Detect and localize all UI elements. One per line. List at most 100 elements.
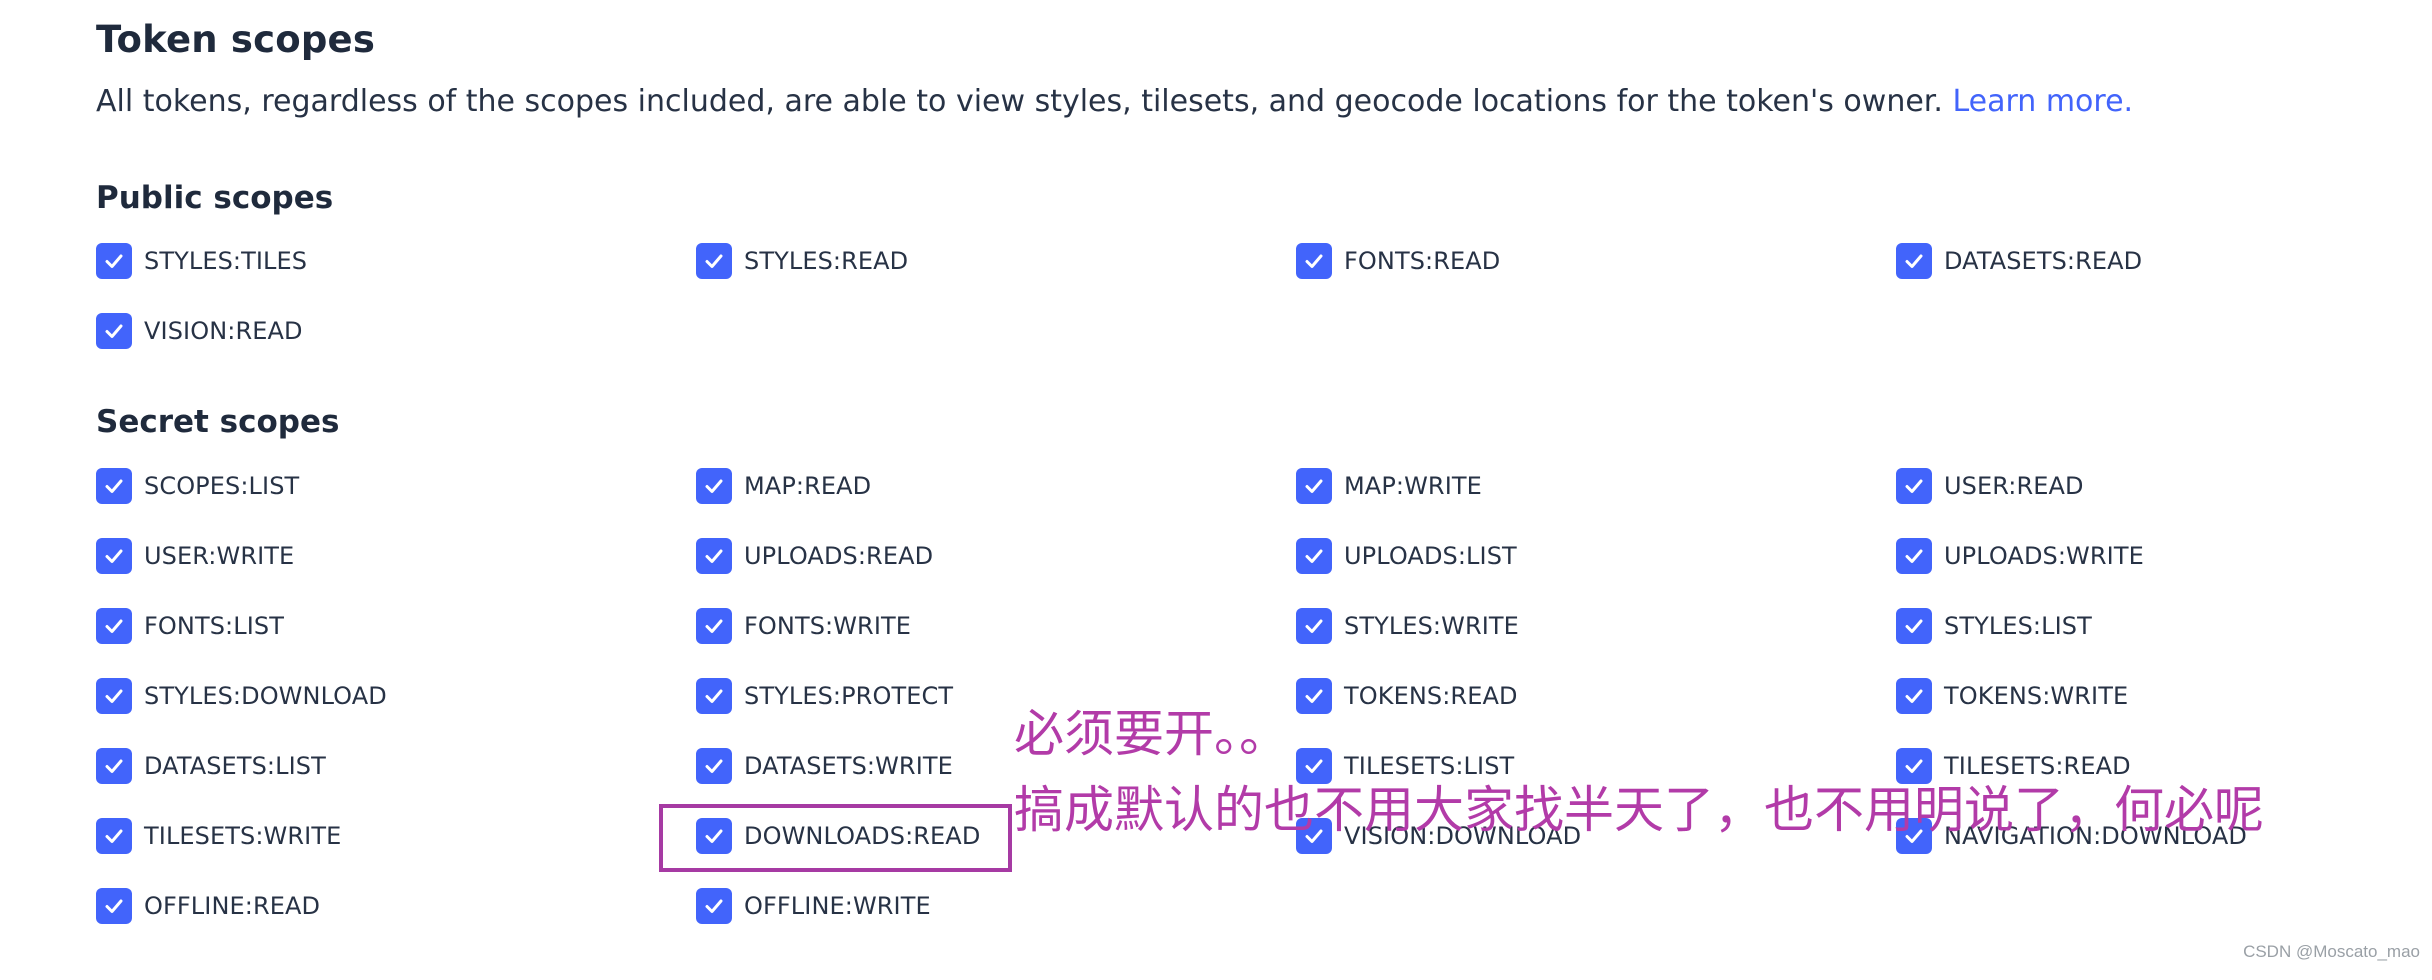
scope-uploads-list[interactable]: UPLOADS:LIST — [1296, 521, 1896, 591]
scope-checkbox[interactable] — [96, 313, 132, 349]
scope-checkbox[interactable] — [1896, 818, 1932, 854]
learn-more-link[interactable]: Learn more. — [1952, 84, 2133, 119]
checkmark-icon — [705, 619, 723, 633]
scope-checkbox[interactable] — [96, 888, 132, 924]
scope-label: USER:WRITE — [144, 542, 295, 570]
scope-label: TILESETS:LIST — [1344, 752, 1515, 780]
checkmark-icon — [1305, 829, 1323, 843]
scope-checkbox[interactable] — [1896, 243, 1932, 279]
scope-checkbox[interactable] — [1896, 468, 1932, 504]
scope-styles-write[interactable]: STYLES:WRITE — [1296, 591, 1896, 661]
scope-checkbox[interactable] — [1896, 538, 1932, 574]
scope-label: UPLOADS:LIST — [1344, 542, 1517, 570]
scope-tokens-write[interactable]: TOKENS:WRITE — [1896, 661, 2432, 731]
scope-checkbox[interactable] — [1296, 748, 1332, 784]
scope-checkbox[interactable] — [96, 608, 132, 644]
scope-checkbox[interactable] — [96, 818, 132, 854]
scope-checkbox[interactable] — [696, 888, 732, 924]
watermark: CSDN @Moscato_mao — [2243, 942, 2420, 961]
checkmark-icon — [105, 829, 123, 843]
description-text: All tokens, regardless of the scopes inc… — [96, 84, 1943, 119]
checkmark-icon — [1905, 689, 1923, 703]
scope-checkbox[interactable] — [96, 243, 132, 279]
scope-tilesets-list[interactable]: TILESETS:LIST — [1296, 731, 1896, 801]
scope-checkbox[interactable] — [696, 538, 732, 574]
scope-label: TILESETS:WRITE — [144, 822, 342, 850]
scope-styles-tiles[interactable]: STYLES:TILES — [96, 226, 696, 296]
checkmark-icon — [1905, 549, 1923, 563]
checkmark-icon — [105, 759, 123, 773]
scope-offline-read[interactable]: OFFLINE:READ — [96, 871, 696, 941]
scope-datasets-write[interactable]: DATASETS:WRITE — [696, 731, 1296, 801]
scope-tokens-read[interactable]: TOKENS:READ — [1296, 661, 1896, 731]
scope-downloads-read[interactable]: DOWNLOADS:READ — [696, 801, 1296, 871]
scope-label: STYLES:LIST — [1944, 612, 2092, 640]
scope-navigation-download[interactable]: NAVIGATION:DOWNLOAD — [1896, 801, 2432, 871]
scope-label: DATASETS:WRITE — [744, 752, 953, 780]
scope-checkbox[interactable] — [1896, 608, 1932, 644]
scope-checkbox[interactable] — [1296, 818, 1332, 854]
scope-checkbox[interactable] — [1296, 538, 1332, 574]
scope-label: UPLOADS:READ — [744, 542, 934, 570]
scope-checkbox[interactable] — [1296, 608, 1332, 644]
checkmark-icon — [705, 899, 723, 913]
public-scopes-grid: STYLES:TILES STYLES:READ FONTS:READ DATASET… — [96, 226, 2416, 366]
checkmark-icon — [105, 619, 123, 633]
scope-checkbox[interactable] — [1296, 678, 1332, 714]
scope-tilesets-write[interactable]: TILESETS:WRITE — [96, 801, 696, 871]
checkmark-icon — [1305, 254, 1323, 268]
scope-offline-write[interactable]: OFFLINE:WRITE — [696, 871, 1296, 941]
scope-scopes-list[interactable]: SCOPES:LIST — [96, 451, 696, 521]
scope-checkbox[interactable] — [696, 468, 732, 504]
scope-label: SCOPES:LIST — [144, 472, 300, 500]
scope-user-write[interactable]: USER:WRITE — [96, 521, 696, 591]
scope-fonts-write[interactable]: FONTS:WRITE — [696, 591, 1296, 661]
scope-user-read[interactable]: USER:READ — [1896, 451, 2432, 521]
scope-uploads-read[interactable]: UPLOADS:READ — [696, 521, 1296, 591]
scope-checkbox[interactable] — [1896, 748, 1932, 784]
scope-checkbox[interactable] — [696, 243, 732, 279]
scope-vision-download[interactable]: VISION:DOWNLOAD — [1296, 801, 1896, 871]
scope-checkbox[interactable] — [96, 748, 132, 784]
scope-fonts-read[interactable]: FONTS:READ — [1296, 226, 1896, 296]
scope-checkbox[interactable] — [96, 678, 132, 714]
checkmark-icon — [1905, 829, 1923, 843]
scope-checkbox[interactable] — [696, 748, 732, 784]
scope-uploads-write[interactable]: UPLOADS:WRITE — [1896, 521, 2432, 591]
scope-checkbox[interactable] — [96, 538, 132, 574]
scope-label: TILESETS:READ — [1944, 752, 2131, 780]
scope-styles-read[interactable]: STYLES:READ — [696, 226, 1296, 296]
scope-map-read[interactable]: MAP:READ — [696, 451, 1296, 521]
checkmark-icon — [105, 549, 123, 563]
checkmark-icon — [1305, 689, 1323, 703]
scope-checkbox[interactable] — [96, 468, 132, 504]
checkmark-icon — [1305, 479, 1323, 493]
scope-styles-download[interactable]: STYLES:DOWNLOAD — [96, 661, 696, 731]
scope-datasets-list[interactable]: DATASETS:LIST — [96, 731, 696, 801]
scope-label: FONTS:WRITE — [744, 612, 912, 640]
scope-label: STYLES:PROTECT — [744, 682, 954, 710]
scope-styles-protect[interactable]: STYLES:PROTECT — [696, 661, 1296, 731]
checkmark-icon — [1905, 759, 1923, 773]
scope-label: DOWNLOADS:READ — [744, 822, 981, 850]
scope-checkbox[interactable] — [1296, 468, 1332, 504]
scope-checkbox[interactable] — [696, 608, 732, 644]
scope-vision-read[interactable]: VISION:READ — [96, 296, 696, 366]
scope-checkbox[interactable] — [1896, 678, 1932, 714]
scope-tilesets-read[interactable]: TILESETS:READ — [1896, 731, 2432, 801]
scope-label: FONTS:LIST — [144, 612, 284, 640]
public-scopes-title: Public scopes — [96, 180, 334, 216]
scope-styles-list[interactable]: STYLES:LIST — [1896, 591, 2432, 661]
scope-label: OFFLINE:WRITE — [744, 892, 931, 920]
checkmark-icon — [105, 324, 123, 338]
scope-checkbox[interactable] — [696, 678, 732, 714]
scope-checkbox[interactable] — [696, 818, 732, 854]
token-scopes-page: Token scopes All tokens, regardless of t… — [96, 0, 2416, 980]
scope-label: STYLES:READ — [744, 247, 909, 275]
scope-label: MAP:WRITE — [1344, 472, 1482, 500]
scope-checkbox[interactable] — [1296, 243, 1332, 279]
scope-datasets-read[interactable]: DATASETS:READ — [1896, 226, 2432, 296]
scope-fonts-list[interactable]: FONTS:LIST — [96, 591, 696, 661]
checkmark-icon — [105, 689, 123, 703]
scope-map-write[interactable]: MAP:WRITE — [1296, 451, 1896, 521]
